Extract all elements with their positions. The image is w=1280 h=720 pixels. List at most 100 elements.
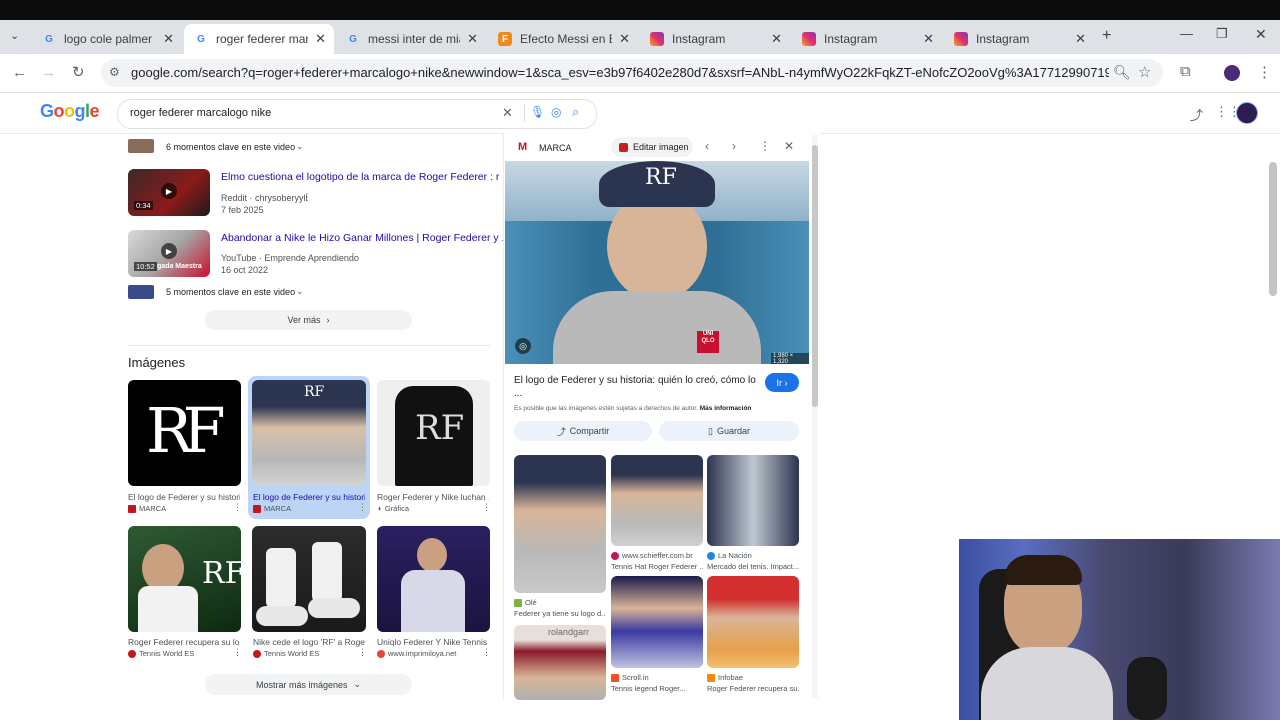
video-thumbnail[interactable]: ▶ 10:52 gada Maestra: [128, 230, 210, 277]
more-info-link[interactable]: Más información: [700, 405, 752, 412]
edit-image-button[interactable]: Editar imagen: [611, 137, 693, 157]
page-scrollbar-thumb[interactable]: [1269, 162, 1277, 296]
tab-3[interactable]: G messi inter de miami ✕: [336, 24, 486, 54]
key-moments-toggle[interactable]: 5 momentos clave en este video: [166, 287, 295, 297]
site-info-icon[interactable]: ⚙: [109, 65, 120, 79]
image-result-shoes[interactable]: [252, 526, 366, 632]
related-image[interactable]: [707, 455, 799, 546]
related-image[interactable]: [611, 455, 703, 546]
google-logo[interactable]: Google: [40, 101, 100, 122]
image-result-federer-bandana[interactable]: RF: [128, 526, 241, 632]
tennisworld-logo-icon: [253, 649, 261, 658]
clear-search-icon[interactable]: ✕: [502, 105, 513, 121]
close-tab-icon[interactable]: ✕: [771, 31, 782, 47]
menu-kebab-icon[interactable]: ⋮: [1257, 63, 1272, 81]
image-caption[interactable]: Roger Federer recupera su lo...: [128, 637, 240, 647]
search-box[interactable]: roger federer marcalogo nike ✕ 🎙︎ ◎ ⌕: [117, 99, 597, 129]
tab-7[interactable]: Instagram ✕: [944, 24, 1094, 54]
close-window-icon[interactable]: ✕: [1255, 26, 1267, 43]
more-options-icon[interactable]: ⋮: [482, 502, 491, 513]
panel-source-name[interactable]: MARCA: [539, 143, 572, 153]
share-button[interactable]: ⤴ Compartir: [514, 421, 652, 441]
more-options-icon[interactable]: ⋮: [759, 139, 771, 153]
reload-icon[interactable]: ↻: [72, 63, 85, 81]
bookmark-star-icon[interactable]: ☆: [1138, 63, 1151, 81]
related-image[interactable]: rolandgarr: [514, 625, 606, 700]
visit-button[interactable]: Ir ›: [765, 373, 799, 392]
voice-search-icon[interactable]: 🎙︎: [530, 105, 545, 119]
lens-search-icon[interactable]: ◎: [551, 105, 561, 119]
profile-avatar[interactable]: [1224, 65, 1240, 81]
close-tab-icon[interactable]: ✕: [619, 31, 630, 47]
search-input[interactable]: roger federer marcalogo nike: [130, 107, 271, 119]
tab-5[interactable]: Instagram ✕: [640, 24, 790, 54]
video-moment-thumb[interactable]: [128, 139, 154, 153]
next-image-icon[interactable]: ›: [732, 139, 736, 153]
tab-6[interactable]: Instagram ✕: [792, 24, 942, 54]
preview-image[interactable]: RF UNI QLO ◎ 1,980 × 1,320: [505, 161, 809, 364]
key-moments-toggle[interactable]: 6 momentos clave en este video: [166, 142, 295, 152]
search-icon[interactable]: ⌕: [572, 104, 579, 120]
show-more-images-button[interactable]: Mostrar más imágenes ⌄: [205, 674, 412, 695]
tab-search-icon[interactable]: ⌄: [10, 29, 19, 42]
panel-scrollbar-thumb[interactable]: [812, 145, 818, 407]
more-options-icon[interactable]: ⋮: [482, 647, 491, 658]
close-tab-icon[interactable]: ✕: [923, 31, 934, 47]
new-tab-icon[interactable]: +: [1102, 27, 1111, 45]
panel-page-title[interactable]: El logo de Federer y su historia: quién …: [514, 374, 759, 400]
back-icon[interactable]: ←: [12, 64, 27, 81]
related-caption[interactable]: Tennis Hat Roger Federer ...: [611, 562, 703, 571]
zoom-icon[interactable]: 🔍︎: [1113, 64, 1131, 81]
image-result-uniqlo-outfit[interactable]: [377, 526, 490, 632]
lens-icon[interactable]: ◎: [515, 338, 531, 354]
more-options-icon[interactable]: ⋮: [233, 647, 242, 658]
video-moment-thumb[interactable]: [128, 285, 154, 299]
chevron-down-icon[interactable]: ⌄: [296, 286, 304, 297]
account-avatar[interactable]: [1236, 102, 1258, 124]
close-panel-icon[interactable]: ✕: [784, 139, 794, 153]
minimize-icon[interactable]: —: [1180, 26, 1193, 41]
image-result-federer-cap[interactable]: RF: [252, 380, 366, 486]
close-tab-icon[interactable]: ✕: [315, 31, 326, 47]
ver-mas-button[interactable]: Ver más ›: [205, 310, 412, 330]
more-options-icon[interactable]: ⋮: [348, 252, 358, 263]
related-caption[interactable]: Tennis legend Roger...: [611, 684, 703, 693]
extensions-icon[interactable]: ⧉: [1180, 63, 1191, 80]
related-caption[interactable]: Roger Federer recupera su...: [707, 684, 799, 693]
more-options-icon[interactable]: ⋮: [358, 502, 367, 513]
tab-2-active[interactable]: G roger federer marcalo ✕: [184, 24, 334, 54]
share-icon[interactable]: ⤴: [1190, 105, 1203, 124]
related-image[interactable]: [514, 455, 606, 593]
image-caption[interactable]: Nike cede el logo 'RF' a Roger...: [253, 637, 365, 647]
close-tab-icon[interactable]: ✕: [1075, 31, 1086, 47]
related-image[interactable]: [611, 576, 703, 668]
video-thumbnail[interactable]: ▶ 0:34: [128, 169, 210, 216]
related-caption[interactable]: Mercado del tenis. Impact...: [707, 562, 799, 571]
image-caption[interactable]: Roger Federer y Nike luchan ...: [377, 492, 489, 502]
related-caption[interactable]: Federer ya tiene su logo d...: [514, 609, 606, 618]
save-button[interactable]: ▯ Guardar: [659, 421, 799, 441]
related-image[interactable]: [707, 576, 799, 668]
image-caption[interactable]: El logo de Federer y su histori...: [128, 492, 240, 502]
forward-icon[interactable]: →: [41, 64, 56, 81]
more-options-icon[interactable]: ⋮: [233, 502, 242, 513]
tab-4[interactable]: F Efecto Messi en Esta ✕: [488, 24, 638, 54]
panel-scrollbar[interactable]: [812, 135, 818, 698]
video-result-title[interactable]: Elmo cuestiona el logotipo de la marca d…: [221, 171, 511, 183]
image-caption[interactable]: Uniqlo Federer Y Nike Tennis ...: [377, 637, 489, 647]
image-result-rf-logo[interactable]: RF: [128, 380, 241, 486]
video-result-title[interactable]: Abandonar a Nike le Hizo Ganar Millones …: [221, 232, 510, 244]
url-text[interactable]: google.com/search?q=roger+federer+marcal…: [131, 65, 1109, 80]
previous-image-icon[interactable]: ‹: [705, 139, 709, 153]
restore-icon[interactable]: ❐: [1216, 26, 1228, 42]
close-tab-icon[interactable]: ✕: [467, 31, 478, 47]
address-bar[interactable]: ⚙ google.com/search?q=roger+federer+marc…: [101, 59, 1163, 87]
tab-1[interactable]: G logo cole palmer - Bu ✕: [32, 24, 182, 54]
more-options-icon[interactable]: ⋮: [358, 647, 367, 658]
more-options-icon[interactable]: ⋮: [302, 192, 312, 203]
chevron-down-icon[interactable]: ⌄: [296, 141, 304, 152]
close-tab-icon[interactable]: ✕: [163, 31, 174, 47]
image-result-tshirt[interactable]: RF: [377, 380, 490, 486]
image-caption[interactable]: El logo de Federer y su histori...: [253, 492, 365, 502]
google-favicon-icon: G: [197, 33, 205, 45]
